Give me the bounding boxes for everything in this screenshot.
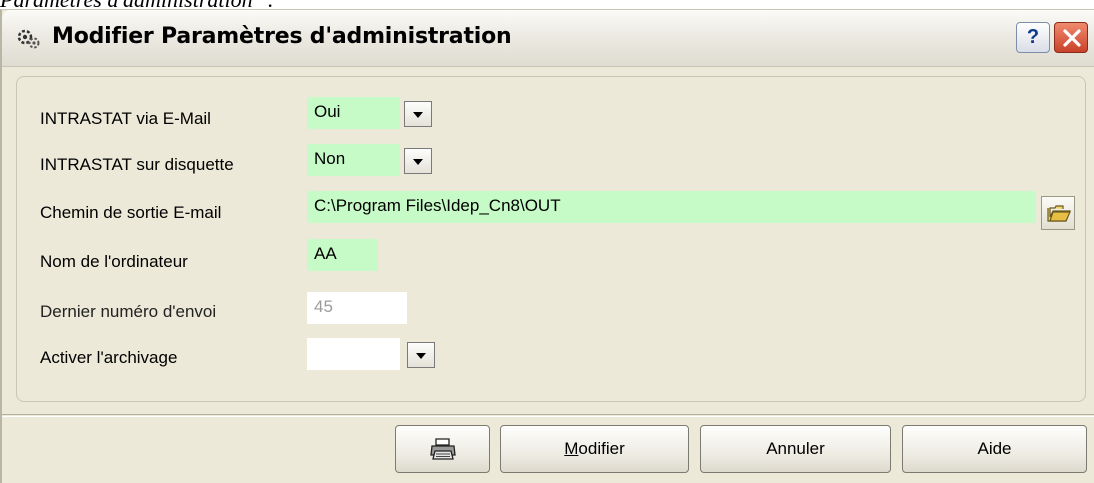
computer-name-input[interactable]: AA [307, 239, 378, 271]
open-folder-icon [1047, 205, 1071, 222]
email-path-label: Chemin de sortie E-mail [40, 203, 222, 222]
document-caption: Paramètres d'administration" : [0, 0, 275, 12]
help-icon: ? [1026, 26, 1040, 48]
close-icon [1063, 29, 1081, 47]
intrastat-email-select[interactable]: Oui [307, 97, 400, 129]
dialog-window: Modifier Paramètres d'administration ? I… [0, 9, 1094, 483]
modify-mnemonic: M [564, 439, 579, 458]
close-button[interactable] [1054, 22, 1088, 53]
cancel-label: Annuler [766, 439, 825, 458]
separator [2, 414, 1094, 415]
separator-highlight [2, 416, 1094, 417]
help-title-button[interactable]: ? [1016, 22, 1050, 53]
window-title: Modifier Paramètres d'administration [52, 24, 512, 49]
archiving-label: Activer l'archivage [40, 348, 178, 367]
last-send-number-field: 45 [307, 292, 407, 324]
help-button[interactable]: Aide [902, 425, 1087, 473]
modify-label: odifier [578, 439, 625, 458]
title-bar[interactable]: Modifier Paramètres d'administration ? [2, 10, 1094, 67]
intrastat-email-label: INTRASTAT via E-Mail [40, 109, 211, 128]
modify-button[interactable]: Modifier [500, 425, 689, 473]
print-button[interactable] [395, 425, 490, 473]
browse-folder-button[interactable] [1041, 196, 1075, 230]
intrastat-disk-label: INTRASTAT sur disquette [40, 155, 234, 174]
intrastat-disk-select[interactable]: Non [307, 144, 400, 176]
archiving-select[interactable] [307, 338, 400, 370]
settings-gears-icon [16, 28, 42, 50]
intrastat-email-dropdown-button[interactable] [404, 101, 432, 127]
last-send-number-label: Dernier numéro d'envoi [40, 302, 217, 321]
computer-name-label: Nom de l'ordinateur [40, 252, 188, 271]
cancel-button[interactable]: Annuler [700, 425, 891, 473]
help-label: Aide [977, 439, 1012, 458]
printer-icon [429, 438, 456, 460]
archiving-dropdown-button[interactable] [407, 342, 435, 368]
intrastat-disk-dropdown-button[interactable] [404, 148, 432, 174]
email-path-input[interactable]: C:\Program Files\Idep_Cn8\OUT [307, 191, 1036, 223]
